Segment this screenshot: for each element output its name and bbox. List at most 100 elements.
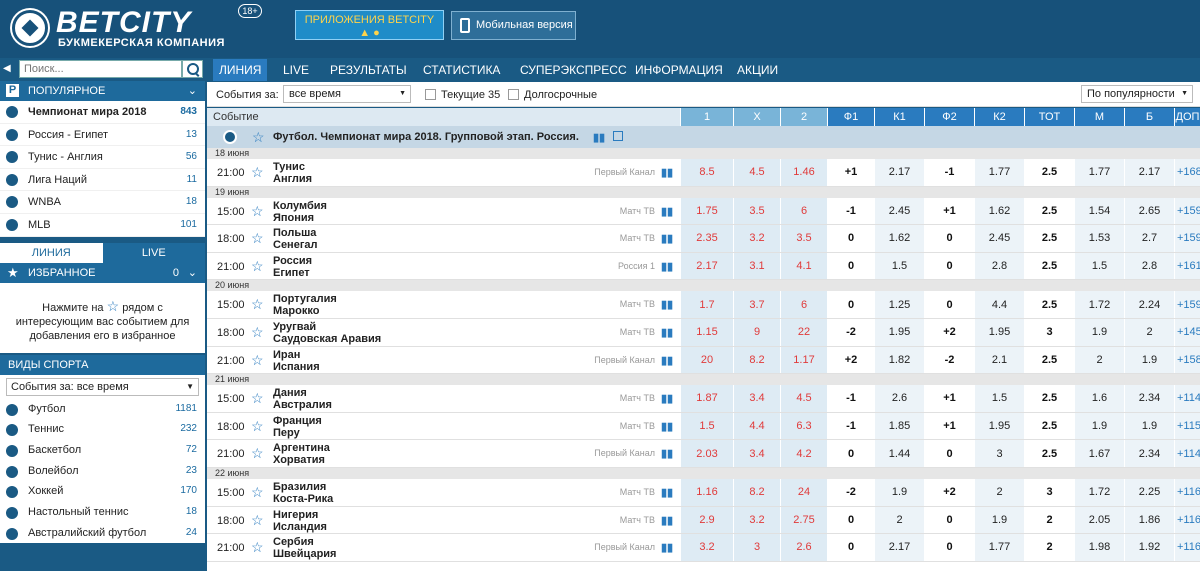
team-away[interactable]: Хорватия (273, 454, 325, 466)
odds-cell[interactable]: 1.25 (874, 291, 924, 318)
period-select[interactable]: все время ▼ (283, 85, 411, 103)
odds-cell[interactable]: 2.6 (780, 534, 827, 561)
odds-cell[interactable]: 1.98 (1074, 534, 1124, 561)
odds-cell[interactable]: 2.1 (974, 346, 1024, 374)
odds-cell[interactable]: +159 (1174, 291, 1200, 318)
stats-icon[interactable]: ▮▮ (661, 447, 673, 460)
odds-cell[interactable]: 2.5 (1024, 159, 1074, 186)
popular-item[interactable]: Лига Наций 11 (0, 169, 205, 192)
odds-cell[interactable]: +1 (924, 412, 974, 440)
stats-icon[interactable]: ▮▮ (661, 392, 673, 405)
odds-cell[interactable]: 1.6 (1074, 385, 1124, 412)
odds-cell[interactable]: 1.95 (874, 319, 924, 346)
stats-icon[interactable]: ▮▮ (661, 541, 673, 554)
odds-cell[interactable]: 2 (1024, 506, 1074, 534)
stats-icon[interactable]: ▮▮ (661, 298, 673, 311)
star-outline-icon[interactable]: ☆ (252, 129, 265, 146)
odds-cell[interactable]: +114 (1174, 385, 1200, 412)
odds-cell[interactable]: +2 (827, 346, 874, 374)
odds-cell[interactable]: 1.9 (1074, 412, 1124, 440)
odds-cell[interactable]: 2.34 (1124, 385, 1174, 412)
team-away[interactable]: Саудовская Аравия (273, 333, 381, 345)
odds-cell[interactable]: 1.72 (1074, 291, 1124, 318)
odds-cell[interactable]: 9 (733, 319, 780, 346)
sport-item[interactable]: Хоккей 170 (0, 481, 205, 502)
odds-cell[interactable]: 1.46 (780, 159, 827, 186)
star-outline-icon[interactable]: ☆ (251, 352, 264, 369)
odds-cell[interactable]: 1.75 (680, 197, 733, 225)
odds-cell[interactable]: -2 (827, 479, 874, 506)
star-outline-icon[interactable]: ☆ (251, 418, 264, 435)
odds-cell[interactable]: 2.9 (680, 506, 733, 534)
odds-cell[interactable]: 6 (780, 197, 827, 225)
odds-cell[interactable]: 2.5 (1024, 440, 1074, 467)
odds-cell[interactable]: 1.9 (974, 506, 1024, 534)
event-row[interactable]: 18:00 ☆ Польша Сенегал Матч ТВ ▮▮ 2.35 3.2 3.5 0 1… (207, 225, 1200, 253)
odds-cell[interactable]: 4.1 (780, 252, 827, 280)
odds-cell[interactable]: 3 (1024, 319, 1074, 346)
sport-item[interactable]: Футбол 1181 (0, 399, 205, 420)
team-home[interactable]: Сербия (273, 536, 314, 548)
odds-cell[interactable]: +116 (1174, 534, 1200, 561)
odds-cell[interactable]: 1.9 (874, 479, 924, 506)
odds-cell[interactable]: 3.4 (733, 440, 780, 467)
team-away[interactable]: Испания (273, 361, 320, 373)
team-home[interactable]: Тунис (273, 161, 305, 173)
odds-cell[interactable]: 1.16 (680, 479, 733, 506)
team-home[interactable]: Франция (273, 415, 322, 427)
odds-cell[interactable]: 2.8 (974, 252, 1024, 280)
odds-cell[interactable]: 1.77 (974, 159, 1024, 186)
odds-cell[interactable]: 20 (680, 346, 733, 374)
odds-cell[interactable]: 1.95 (974, 412, 1024, 440)
odds-cell[interactable]: 2.45 (974, 225, 1024, 252)
event-row[interactable]: 15:00 ☆ Дания Австралия Матч ТВ ▮▮ 1.87 3.4 4.5-… (207, 385, 1200, 413)
stats-icon[interactable]: ▮▮ (593, 131, 605, 144)
star-outline-icon[interactable]: ☆ (251, 390, 264, 407)
team-away[interactable]: Швейцария (273, 548, 336, 560)
popular-item[interactable]: WNBA 18 (0, 191, 205, 214)
stats-icon[interactable]: ▮▮ (661, 420, 673, 433)
odds-cell[interactable]: 3.5 (780, 225, 827, 252)
odds-cell[interactable]: +158 (1174, 346, 1200, 374)
tab-line[interactable]: ЛИНИЯ (0, 242, 103, 263)
odds-cell[interactable]: 1.9 (1124, 412, 1174, 440)
nav-item-5[interactable]: ИНФОРМАЦИЯ (635, 59, 723, 81)
odds-cell[interactable]: 1.17 (780, 346, 827, 374)
odds-cell[interactable]: 3.5 (733, 197, 780, 225)
team-home[interactable]: Уругвай (273, 321, 316, 333)
team-home[interactable]: Дания (273, 387, 307, 399)
odds-cell[interactable]: 2 (874, 506, 924, 534)
team-away[interactable]: Марокко (273, 305, 319, 317)
nav-item-4[interactable]: СУПЕРЭКСПРЕСС (520, 59, 627, 81)
nav-item-6[interactable]: АКЦИИ (737, 59, 778, 81)
search-icon[interactable] (182, 60, 203, 78)
team-away[interactable]: Перу (273, 427, 300, 439)
odds-cell[interactable]: 2.45 (874, 197, 924, 225)
odds-cell[interactable]: 22 (780, 319, 827, 346)
stats-icon[interactable]: ▮▮ (661, 232, 673, 245)
nav-item-0[interactable]: ЛИНИЯ (213, 59, 268, 81)
odds-cell[interactable]: 2 (1074, 346, 1124, 374)
odds-cell[interactable]: 8.2 (733, 479, 780, 506)
odds-cell[interactable]: 2 (974, 479, 1024, 506)
stats-icon[interactable]: ▮▮ (661, 326, 673, 339)
odds-cell[interactable]: +168 (1174, 159, 1200, 186)
star-outline-icon[interactable]: ☆ (251, 258, 264, 275)
odds-cell[interactable]: 2.5 (1024, 225, 1074, 252)
stats-icon[interactable]: ▮▮ (661, 354, 673, 367)
stats-icon[interactable]: ▮▮ (661, 205, 673, 218)
event-row[interactable]: 21:00 ☆ Аргентина Хорватия Первый Канал ▮▮ 2.0… (207, 440, 1200, 468)
odds-cell[interactable]: -2 (924, 346, 974, 374)
odds-cell[interactable]: -1 (827, 197, 874, 225)
odds-cell[interactable]: 1.5 (874, 252, 924, 280)
odds-cell[interactable]: 0 (924, 225, 974, 252)
odds-cell[interactable]: +1 (924, 197, 974, 225)
event-row[interactable]: 21:00 ☆ Сербия Швейцария Первый Канал ▮▮ 3.2 3 2… (207, 534, 1200, 562)
team-home[interactable]: Россия (273, 255, 312, 267)
odds-cell[interactable]: +161 (1174, 252, 1200, 280)
odds-cell[interactable]: 1.77 (1074, 159, 1124, 186)
star-outline-icon[interactable]: ☆ (251, 230, 264, 247)
odds-cell[interactable]: 4.4 (733, 412, 780, 440)
odds-cell[interactable]: 3 (733, 534, 780, 561)
odds-cell[interactable]: 1.92 (1124, 534, 1174, 561)
